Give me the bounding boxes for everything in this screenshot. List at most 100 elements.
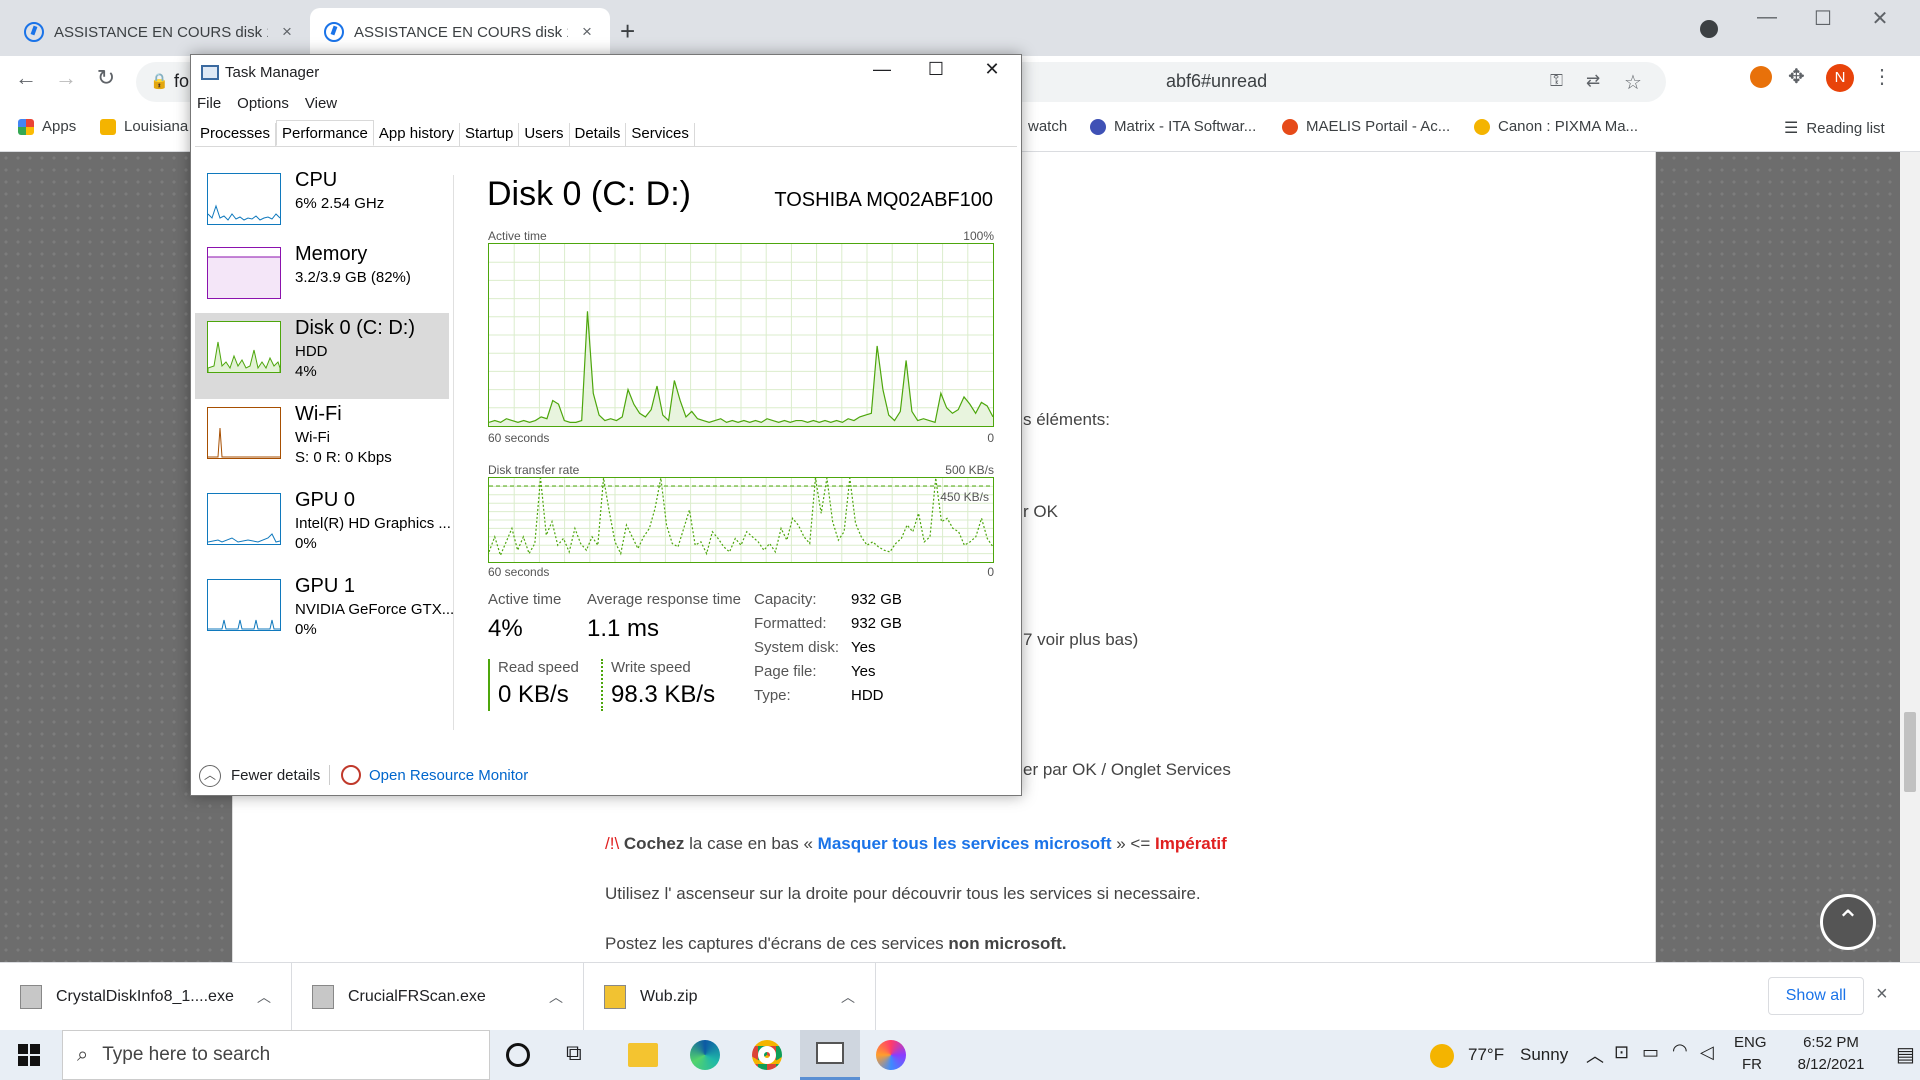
bookmark-maelis[interactable]: MAELIS Portail - Ac... (1282, 118, 1450, 135)
tab-app-history[interactable]: App history (374, 123, 460, 146)
download-item[interactable]: CrystalDiskInfo8_1....exe ︿ (0, 963, 292, 1031)
device-gpu-1[interactable]: GPU 1 NVIDIA GeForce GTX... 0% (195, 571, 454, 657)
open-resource-monitor-link[interactable]: Open Resource Monitor (369, 767, 528, 784)
notification-icon[interactable]: ▤ (1896, 1042, 1915, 1067)
taskbar-search-box[interactable]: ⌕ Type here to search (62, 1030, 490, 1080)
close-tab-icon[interactable]: × (278, 22, 296, 42)
device-usage: 4% (295, 363, 317, 380)
sun-weather-icon[interactable] (1430, 1044, 1454, 1068)
menu-kebab-icon[interactable]: ⋮ (1872, 64, 1892, 89)
chevron-up-icon[interactable]: ︿ (1586, 1042, 1604, 1068)
weather-temp[interactable]: 77°F (1468, 1045, 1504, 1065)
download-item[interactable]: CrucialFRScan.exe ︿ (292, 963, 584, 1031)
download-filename: CrystalDiskInfo8_1....exe (56, 988, 234, 1005)
new-tab-button[interactable]: + (620, 16, 635, 47)
menu-options[interactable]: Options (237, 95, 289, 112)
reload-icon[interactable]: ↻ (90, 65, 122, 91)
reading-list-label: Reading list (1806, 119, 1885, 137)
bookmark-canon[interactable]: Canon : PIXMA Ma... (1474, 118, 1638, 135)
prop-system-disk-value: Yes (851, 639, 876, 656)
tab-performance[interactable]: Performance (276, 120, 374, 146)
chevron-up-icon[interactable]: ︿ (257, 987, 271, 1007)
task-manager-titlebar[interactable]: Task Manager — ☐ ✕ (191, 55, 1021, 91)
maximize-icon[interactable]: ☐ (921, 59, 951, 80)
tab-search-icon[interactable] (1700, 20, 1718, 38)
back-icon[interactable]: ← (10, 65, 42, 91)
chevron-up-icon[interactable]: ︿ (841, 987, 855, 1007)
zip-file-icon (604, 985, 626, 1009)
bookmark-matrix[interactable]: Matrix - ITA Softwar... (1090, 118, 1256, 135)
bookmark-label: Matrix - ITA Softwar... (1114, 118, 1257, 135)
bookmark-watch[interactable]: watch (1028, 118, 1067, 135)
edge-icon[interactable] (690, 1040, 720, 1070)
device-usage: S: 0 R: 0 Kbps (295, 449, 392, 466)
prop-type-label: Type: (754, 687, 791, 704)
battery-icon[interactable]: ▭ (1642, 1042, 1659, 1063)
weather-text[interactable]: Sunny (1520, 1045, 1568, 1065)
meet-now-icon[interactable]: ⊡ (1614, 1042, 1629, 1063)
resource-monitor-icon (341, 765, 361, 785)
close-download-bar-icon[interactable]: × (1876, 983, 1888, 1006)
key-icon[interactable]: ⚿ (1550, 71, 1563, 91)
show-all-button[interactable]: Show all (1768, 977, 1864, 1015)
wifi-icon[interactable]: ◠ (1672, 1040, 1688, 1061)
active-graph-label: Active time (488, 229, 547, 243)
tab-users[interactable]: Users (519, 123, 570, 146)
translate-icon[interactable]: ⇄ (1586, 71, 1600, 91)
app-icon[interactable] (876, 1040, 906, 1070)
minimize-icon[interactable]: — (867, 59, 897, 80)
prop-system-disk-label: System disk: (754, 639, 840, 656)
menu-file[interactable]: File (197, 95, 221, 112)
clock-time[interactable]: 6:52 PM (1786, 1034, 1876, 1051)
maelis-icon (1282, 118, 1298, 135)
clock-date[interactable]: 8/12/2021 (1786, 1056, 1876, 1073)
scroll-to-top-icon[interactable]: ⌃ (1820, 894, 1876, 950)
lock-icon[interactable]: 🔒 (150, 72, 169, 90)
windows-start-icon[interactable] (18, 1044, 40, 1066)
minimize-icon[interactable]: — (1742, 6, 1792, 29)
scrollbar-thumb[interactable] (1904, 712, 1916, 792)
task-manager-taskbar-button[interactable] (800, 1030, 860, 1080)
bookmark-louisiana[interactable]: Louisiana (100, 118, 188, 135)
device-wifi[interactable]: Wi-Fi Wi-Fi S: 0 R: 0 Kbps (195, 399, 449, 485)
chevron-up-icon[interactable]: ︿ (549, 987, 563, 1007)
transfer-graph-min: 0 (987, 565, 994, 579)
forward-icon[interactable]: → (50, 65, 82, 91)
close-window-icon[interactable]: ✕ (1855, 6, 1905, 31)
chrome-icon[interactable] (752, 1040, 782, 1070)
extension-icon[interactable] (1750, 66, 1772, 88)
tab-processes[interactable]: Processes (195, 123, 277, 146)
close-icon[interactable]: ✕ (977, 59, 1007, 80)
profile-avatar[interactable]: N (1826, 64, 1854, 92)
chevron-up-circle-icon[interactable]: ︿ (199, 765, 221, 787)
browser-tab-1[interactable]: ASSISTANCE EN COURS disk 100 × (10, 8, 310, 56)
bookmark-star-icon[interactable]: ☆ (1624, 70, 1642, 95)
close-tab-icon[interactable]: × (578, 22, 596, 42)
active-graph-max: 100% (963, 229, 994, 243)
tab-startup[interactable]: Startup (460, 123, 520, 146)
window-title: Task Manager (225, 64, 320, 81)
language-bottom[interactable]: FR (1742, 1056, 1762, 1073)
tab-title: ASSISTANCE EN COURS disk 100 (354, 23, 568, 41)
browser-tab-2[interactable]: ASSISTANCE EN COURS disk 100 × (310, 8, 610, 56)
extensions-puzzle-icon[interactable]: ✥ (1788, 64, 1805, 89)
transfer-rate-graph: 450 KB/s (488, 477, 994, 563)
cortana-icon[interactable] (506, 1043, 530, 1067)
bookmark-apps[interactable]: Apps (18, 118, 76, 135)
article-line: Postez les captures d'écrans de ces serv… (605, 934, 1066, 954)
maximize-icon[interactable]: ☐ (1798, 6, 1848, 31)
language-top[interactable]: ENG (1734, 1034, 1767, 1051)
download-item[interactable]: Wub.zip ︿ (584, 963, 876, 1031)
fewer-details-button[interactable]: Fewer details (231, 767, 320, 784)
tab-services[interactable]: Services (626, 123, 695, 146)
reading-list-button[interactable]: ☰ Reading list (1784, 118, 1885, 138)
volume-icon[interactable]: ◁ (1700, 1042, 1714, 1063)
tab-details[interactable]: Details (570, 123, 627, 146)
task-view-icon[interactable]: ⧉ (566, 1040, 596, 1070)
device-disk-0[interactable]: Disk 0 (C: D:) HDD 4% (195, 313, 449, 399)
file-explorer-icon[interactable] (628, 1043, 658, 1067)
menu-view[interactable]: View (305, 95, 337, 112)
page-scrollbar[interactable] (1900, 152, 1920, 962)
device-gpu-0[interactable]: GPU 0 Intel(R) HD Graphics ... 0% (195, 485, 451, 571)
browser-tab-strip: ASSISTANCE EN COURS disk 100 × ASSISTANC… (0, 0, 1920, 56)
